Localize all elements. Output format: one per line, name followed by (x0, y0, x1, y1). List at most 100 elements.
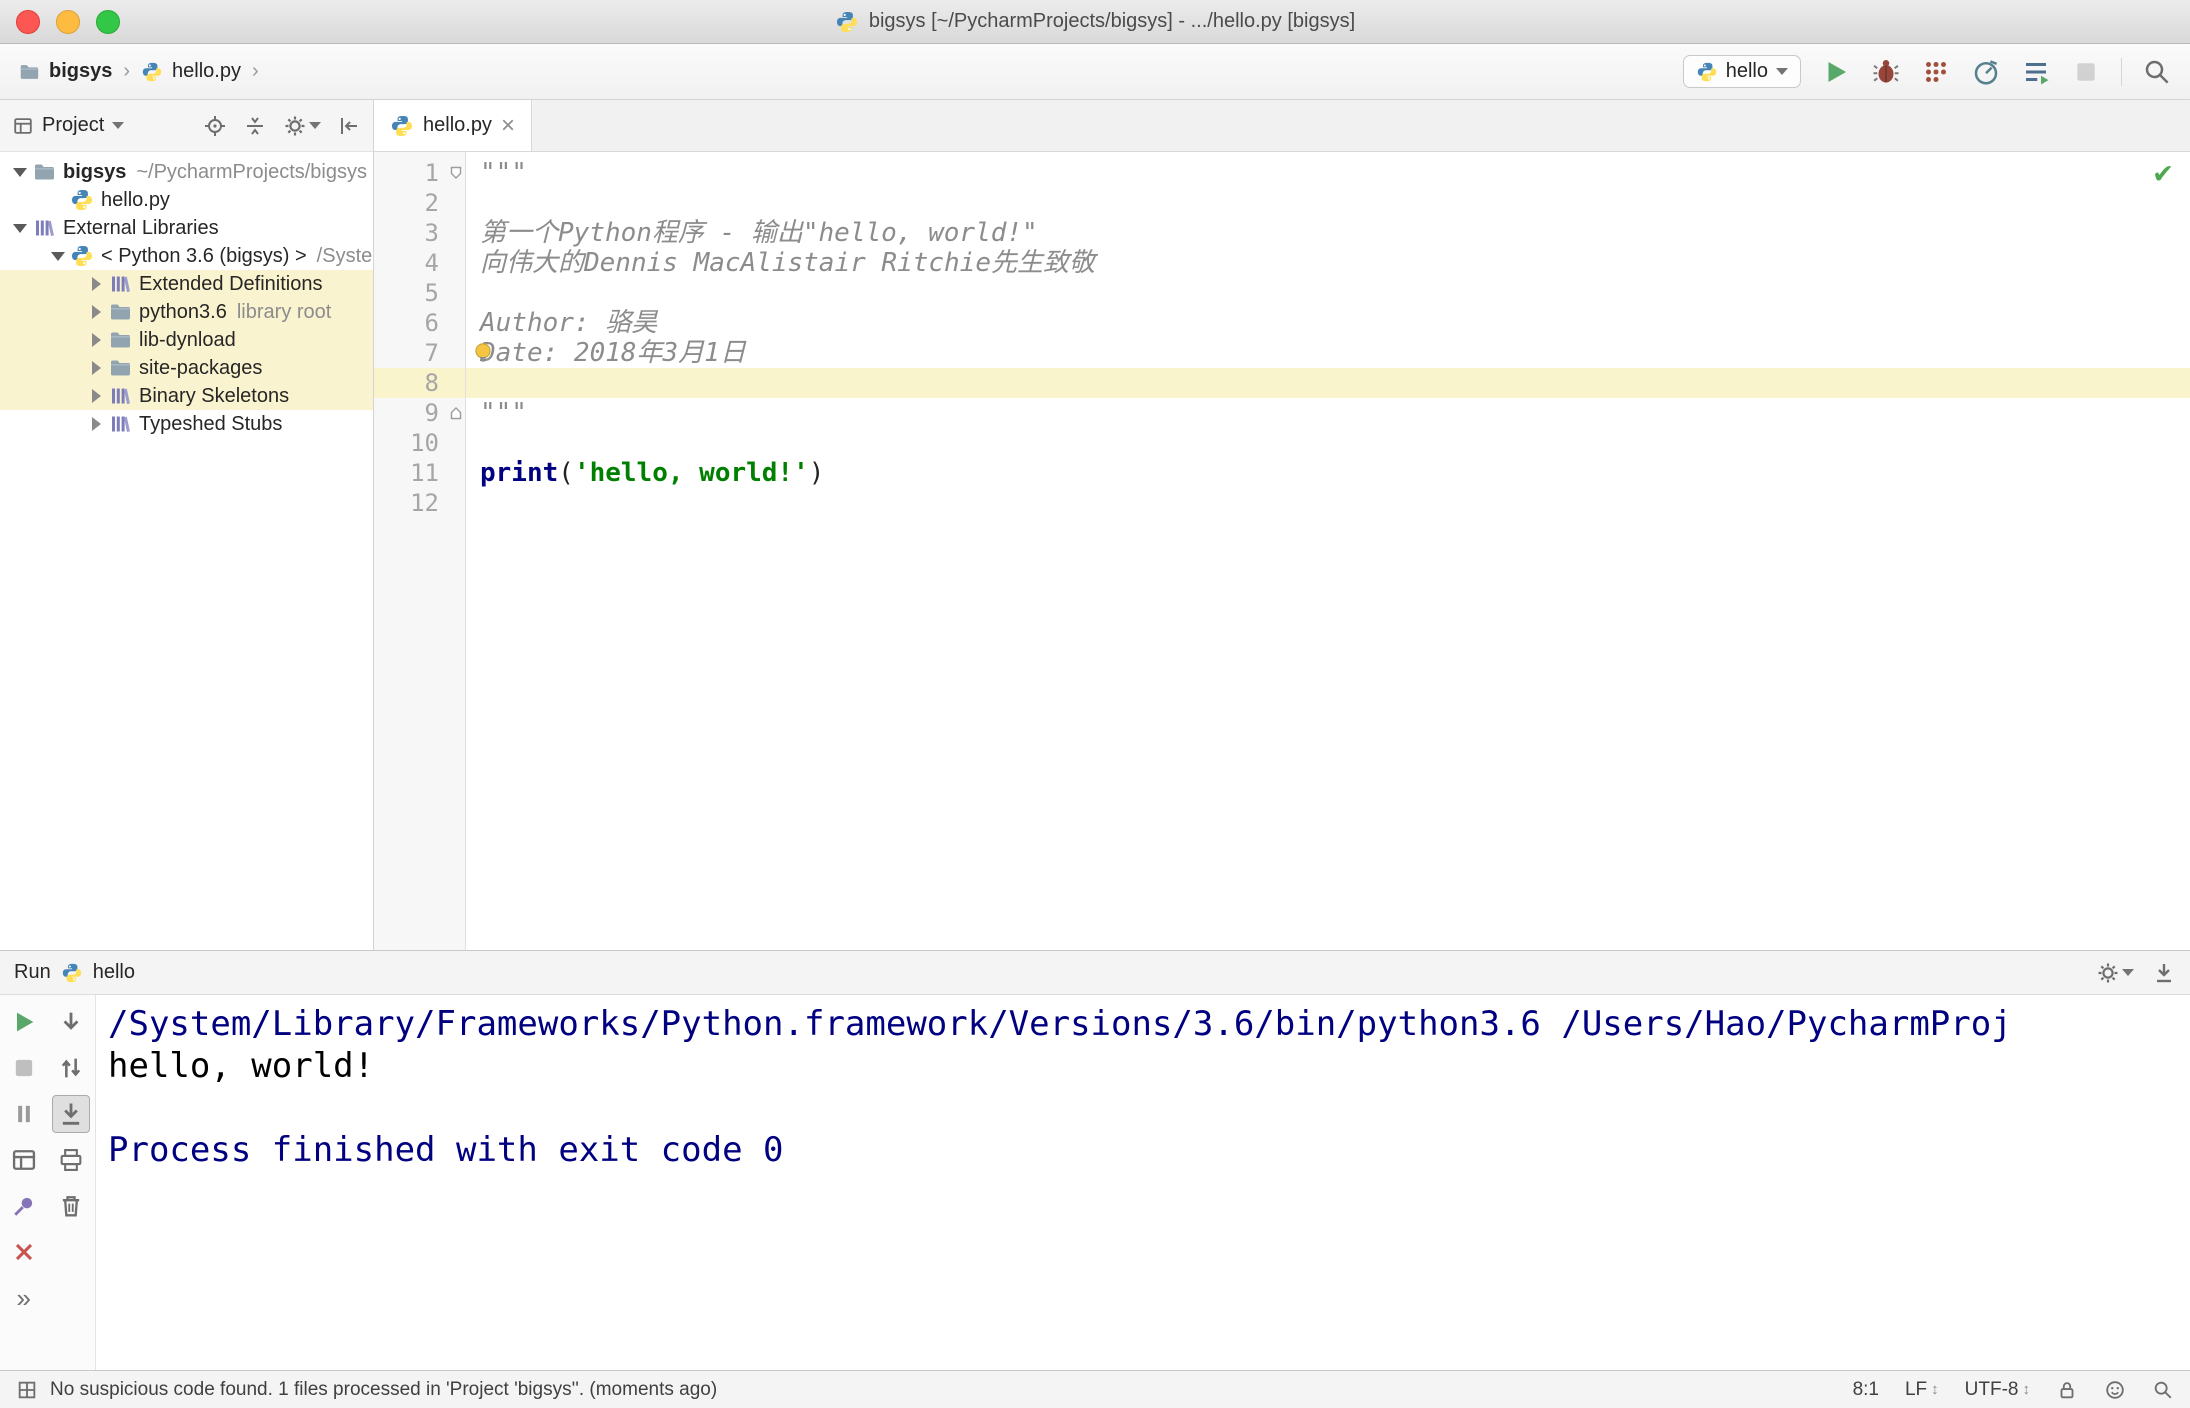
line-number[interactable]: 10 (374, 428, 465, 458)
pin-icon (10, 1192, 38, 1220)
project-toolwindow-icon (12, 115, 34, 137)
play-icon (10, 1008, 38, 1036)
stop-button[interactable] (2071, 57, 2101, 87)
tree-item-binary-skeletons[interactable]: Binary Skeletons (0, 382, 373, 410)
print-button[interactable] (52, 1141, 90, 1179)
line-number[interactable]: 6 (374, 308, 465, 338)
collapse-all-button[interactable] (243, 114, 267, 138)
code-token: """ (480, 158, 527, 188)
more-actions-button[interactable]: » (5, 1279, 43, 1317)
line-number[interactable]: 5 (374, 278, 465, 308)
chevron-right-icon[interactable] (84, 410, 108, 438)
chevron-right-icon[interactable] (84, 354, 108, 382)
code-line[interactable] (466, 428, 2190, 458)
minimize-window-button[interactable] (56, 9, 80, 34)
tree-item-extended-definitions[interactable]: Extended Definitions (0, 270, 373, 298)
lock-icon[interactable] (2056, 1379, 2078, 1401)
pin-tab-button[interactable] (5, 1187, 43, 1225)
tree-item-lib-dynload[interactable]: lib-dynload (0, 326, 373, 354)
clear-all-button[interactable] (52, 1187, 90, 1225)
run-button[interactable] (1821, 57, 1851, 87)
run-anything-button[interactable] (2021, 57, 2051, 87)
code-line[interactable]: print('hello, world!') (466, 458, 2190, 488)
code-line[interactable]: """ (466, 158, 2190, 188)
chevron-right-icon[interactable] (84, 270, 108, 298)
code-editor[interactable]: 1 2 3 4 5 6 7 8 9 10 11 12 """ 第一个Python… (374, 152, 2190, 950)
caret-position[interactable]: 8:1 (1853, 1379, 1879, 1401)
run-header-actions (2096, 961, 2176, 985)
tree-item-typeshed-stubs[interactable]: Typeshed Stubs (0, 410, 373, 438)
pause-output-button[interactable] (5, 1095, 43, 1133)
inspections-status-icon[interactable]: ✔ (2154, 158, 2172, 188)
code-line-current[interactable] (466, 368, 2190, 398)
panel-title[interactable]: Project (42, 114, 104, 137)
locate-button[interactable] (203, 114, 227, 138)
code-line[interactable]: Date: 2018年3月1日 (466, 338, 2190, 368)
soft-wrap-button[interactable] (52, 1049, 90, 1087)
code-content[interactable]: """ 第一个Python程序 - 输出"hello, world!" 向伟大的… (466, 152, 2190, 950)
zoom-window-button[interactable] (96, 9, 120, 34)
run-config-selector[interactable]: hello (1682, 55, 1801, 88)
code-line[interactable] (466, 278, 2190, 308)
tree-item-hello-py[interactable]: hello.py (0, 186, 373, 214)
run-config-name[interactable]: hello (93, 961, 135, 984)
line-number[interactable]: 8 (374, 368, 465, 398)
run-toolwindow-title[interactable]: Run (14, 961, 51, 984)
tree-item-python-interpreter[interactable]: < Python 3.6 (bigsys) > /System (0, 242, 373, 270)
line-number[interactable]: 12 (374, 488, 465, 518)
line-number[interactable]: 3 (374, 218, 465, 248)
rerun-button[interactable] (5, 1003, 43, 1041)
coverage-button[interactable] (1921, 57, 1951, 87)
chevron-down-icon[interactable] (8, 158, 32, 186)
line-ending-selector[interactable]: LF ↕ (1905, 1379, 1939, 1401)
chevron-down-icon[interactable] (46, 242, 70, 270)
restore-layout-button[interactable] (5, 1141, 43, 1179)
editor-gutter[interactable]: 1 2 3 4 5 6 7 8 9 10 11 12 (374, 152, 466, 950)
chevron-down-icon[interactable] (112, 114, 124, 137)
chevron-right-icon[interactable] (84, 382, 108, 410)
chevron-right-icon[interactable] (84, 326, 108, 354)
tree-item-python36[interactable]: python3.6 library root (0, 298, 373, 326)
magnifier-icon[interactable] (2152, 1379, 2174, 1401)
code-line[interactable]: 第一个Python程序 - 输出"hello, world!" (466, 218, 2190, 248)
run-console[interactable]: /System/Library/Frameworks/Python.framew… (96, 995, 2190, 1370)
chevron-right-icon[interactable] (84, 298, 108, 326)
intention-bulb-icon[interactable] (470, 340, 496, 366)
encoding-selector[interactable]: UTF-8 ↕ (1965, 1379, 2030, 1401)
close-window-button[interactable] (16, 9, 40, 34)
search-everywhere-button[interactable] (2142, 57, 2172, 87)
code-line[interactable]: Author: 骆昊 (466, 308, 2190, 338)
line-number[interactable]: 7 (374, 338, 465, 368)
chevron-down-icon[interactable] (8, 214, 32, 242)
breadcrumb-item-bigsys[interactable]: bigsys (49, 60, 112, 83)
line-number[interactable]: 2 (374, 188, 465, 218)
line-number[interactable]: 4 (374, 248, 465, 278)
tree-item-bigsys[interactable]: bigsys ~/PycharmProjects/bigsys (0, 158, 373, 186)
scroll-to-end-button[interactable] (52, 1095, 91, 1133)
hide-panel-button[interactable] (337, 114, 361, 138)
tree-item-site-packages[interactable]: site-packages (0, 354, 373, 382)
toolwindow-switcher-icon[interactable] (16, 1379, 38, 1401)
settings-button[interactable] (283, 114, 321, 138)
code-line[interactable] (466, 488, 2190, 518)
debug-button[interactable] (1871, 57, 1901, 87)
profiler-button[interactable] (1971, 57, 2001, 87)
run-settings-button[interactable] (2096, 961, 2134, 985)
fold-start-icon[interactable] (448, 165, 464, 181)
tree-item-external-libraries[interactable]: External Libraries (0, 214, 373, 242)
close-icon[interactable]: × (501, 113, 515, 138)
breadcrumb-item-hello-py[interactable]: hello.py (172, 60, 241, 83)
run-config-label: hello (1725, 60, 1768, 82)
fold-end-icon[interactable] (448, 405, 464, 421)
tab-hello-py[interactable]: hello.py × (374, 100, 532, 151)
code-line[interactable]: """ (466, 398, 2190, 428)
dock-panel-button[interactable] (2152, 961, 2176, 985)
down-stack-trace-button[interactable] (52, 1003, 90, 1041)
hector-inspections-icon[interactable] (2104, 1379, 2126, 1401)
code-line[interactable]: 向伟大的Dennis MacAlistair Ritchie先生致敬 (466, 248, 2190, 278)
close-button[interactable] (5, 1233, 43, 1271)
stop-button[interactable] (5, 1049, 43, 1087)
line-number[interactable]: 11 (374, 458, 465, 488)
code-line[interactable] (466, 188, 2190, 218)
statusbar: No suspicious code found. 1 files proces… (0, 1370, 2190, 1408)
